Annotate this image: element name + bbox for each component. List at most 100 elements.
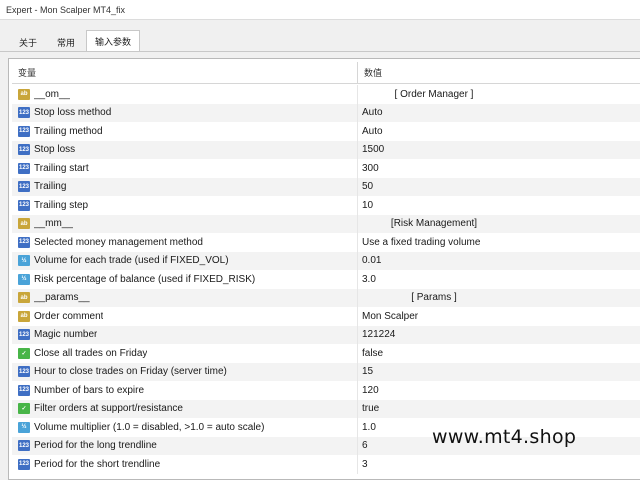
parameter-value[interactable]: false: [358, 344, 640, 363]
parameter-name-cell: 123 Hour to close trades on Friday (serve…: [12, 362, 358, 381]
parameter-row[interactable]: 123 Stop loss 1500: [12, 140, 640, 160]
parameter-row[interactable]: ½ Risk percentage of balance (used if FIX…: [12, 270, 640, 289]
column-header-variable-label: 变量: [18, 68, 37, 78]
tab-about-label: 关于: [19, 38, 38, 48]
parameter-name-cell: ab Order comment: [12, 307, 358, 326]
parameter-value[interactable]: Use a fixed trading volume: [358, 233, 640, 252]
parameter-row[interactable]: 123 Trailing step 10: [12, 196, 640, 215]
parameter-value[interactable]: true: [358, 400, 640, 419]
parameter-name-cell: ab __params__: [12, 288, 358, 307]
tab-divider: [0, 51, 640, 52]
parameter-name-cell: ab __mm__: [12, 214, 358, 233]
parameter-name: Selected money management method: [34, 236, 203, 248]
parameter-row[interactable]: ab __params__ [ Params ]: [12, 288, 640, 307]
parameter-value[interactable]: 50: [358, 178, 640, 197]
tab-common[interactable]: 常用: [48, 32, 84, 52]
tab-common-label: 常用: [57, 38, 76, 48]
parameter-row[interactable]: 123 Trailing start 300: [12, 159, 640, 178]
parameter-name-cell: ✓ Close all trades on Friday: [12, 344, 358, 363]
integer-type-icon: 123: [18, 162, 30, 174]
integer-type-icon: 123: [18, 181, 30, 193]
parameter-name: Trailing method: [34, 125, 103, 137]
parameter-name-cell: 123 Stop loss: [12, 140, 358, 159]
parameter-name-cell: ½ Volume for each trade (used if FIXED_VO…: [12, 251, 358, 270]
parameter-row[interactable]: ½ Volume for each trade (used if FIXED_VO…: [12, 251, 640, 271]
parameter-name: Stop loss method: [34, 107, 112, 119]
double-type-icon: ½: [18, 255, 30, 267]
parameter-name: Volume for each trade (used if FIXED_VOL…: [34, 255, 229, 267]
parameter-value[interactable]: 1500: [358, 141, 640, 160]
parameter-value[interactable]: Auto: [358, 122, 640, 141]
boolean-type-icon: ✓: [18, 347, 30, 359]
column-header-value[interactable]: 数值: [358, 62, 640, 83]
column-header-variable[interactable]: 变量: [12, 62, 358, 83]
parameter-row[interactable]: 123 Selected money management method Use a…: [12, 233, 640, 252]
parameter-value[interactable]: 3.0: [358, 270, 640, 289]
parameter-row[interactable]: 123 Magic number 121224: [12, 325, 640, 345]
parameter-row[interactable]: ✓ Filter orders at support/resistance true: [12, 399, 640, 419]
tab-inputs-label: 输入参数: [95, 37, 132, 47]
tab-about[interactable]: 关于: [10, 32, 46, 52]
parameter-name: Period for the long trendline: [34, 440, 157, 452]
parameter-name-cell: 123 Trailing method: [12, 122, 358, 141]
parameter-name: Trailing start: [34, 162, 89, 174]
column-header-value-label: 数值: [364, 68, 383, 78]
parameter-row[interactable]: 123 Trailing 50: [12, 177, 640, 197]
double-type-icon: ½: [18, 273, 30, 285]
string-type-icon: ab: [18, 292, 30, 304]
parameter-row[interactable]: ab Order comment Mon Scalper: [12, 307, 640, 326]
parameter-row[interactable]: 123 Trailing method Auto: [12, 122, 640, 141]
parameter-row[interactable]: ✓ Close all trades on Friday false: [12, 344, 640, 363]
integer-type-icon: 123: [18, 125, 30, 137]
parameter-name: Stop loss: [34, 144, 76, 156]
parameter-name: Close all trades on Friday: [34, 347, 148, 359]
window-title: Expert - Mon Scalper MT4_fix: [6, 4, 126, 15]
parameter-row[interactable]: 123 Hour to close trades on Friday (serve…: [12, 362, 640, 382]
parameter-value[interactable]: 300: [358, 159, 640, 178]
parameter-name-cell: 123 Trailing step: [12, 196, 358, 215]
parameter-name-cell: ½ Volume multiplier (1.0 = disabled, >1.0…: [12, 418, 358, 437]
integer-type-icon: 123: [18, 144, 30, 156]
parameter-name: Hour to close trades on Friday (server t…: [34, 366, 227, 378]
parameter-value[interactable]: Auto: [358, 104, 640, 123]
integer-type-icon: 123: [18, 366, 30, 378]
parameter-name-cell: 123 Period for the long trendline: [12, 436, 358, 455]
parameter-row[interactable]: 123 Number of bars to expire 120: [12, 381, 640, 400]
integer-type-icon: 123: [18, 384, 30, 396]
parameter-name-cell: 123 Selected money management method: [12, 233, 358, 252]
parameter-name-cell: 123 Number of bars to expire: [12, 381, 358, 400]
parameter-value[interactable]: 10: [358, 196, 640, 215]
parameter-name: Volume multiplier (1.0 = disabled, >1.0 …: [34, 421, 265, 433]
parameter-value[interactable]: 121224: [358, 326, 640, 345]
parameter-name-cell: ab __om__: [12, 85, 358, 104]
window-titlebar: Expert - Mon Scalper MT4_fix: [0, 0, 640, 20]
parameter-value[interactable]: 3: [358, 455, 640, 474]
parameter-name: __mm__: [34, 218, 73, 230]
parameter-name: Magic number: [34, 329, 98, 341]
integer-type-icon: 123: [18, 440, 30, 452]
parameter-value[interactable]: 15: [358, 363, 640, 382]
integer-type-icon: 123: [18, 458, 30, 470]
parameter-name-cell: 123 Period for the short trendline: [12, 455, 358, 474]
parameter-row[interactable]: 123 Period for the short trendline 3: [12, 455, 640, 474]
parameter-name-cell: 123 Trailing: [12, 177, 358, 196]
parameter-name: Filter orders at support/resistance: [34, 403, 183, 415]
parameter-name-cell: 123 Trailing start: [12, 159, 358, 178]
parameter-row[interactable]: ab __mm__ [Risk Management]: [12, 214, 640, 233]
table-header: 变量 数值: [12, 62, 640, 84]
parameter-row[interactable]: 123 Stop loss method Auto: [12, 103, 640, 123]
parameter-name: Number of bars to expire: [34, 384, 145, 396]
parameter-name: Period for the short trendline: [34, 458, 161, 470]
parameter-name: __params__: [34, 292, 90, 304]
section-header-value: [ Order Manager ]: [394, 88, 474, 100]
string-type-icon: ab: [18, 88, 30, 100]
parameter-value[interactable]: 0.01: [358, 252, 640, 271]
parameter-value[interactable]: Mon Scalper: [358, 307, 640, 326]
watermark: www.mt4.shop: [432, 426, 577, 448]
parameter-row[interactable]: ab __om__ [ Order Manager ]: [12, 85, 640, 104]
integer-type-icon: 123: [18, 236, 30, 248]
integer-type-icon: 123: [18, 329, 30, 341]
parameter-name-cell: ✓ Filter orders at support/resistance: [12, 399, 358, 418]
parameter-value[interactable]: 120: [358, 381, 640, 400]
tab-inputs[interactable]: 输入参数: [86, 30, 141, 52]
